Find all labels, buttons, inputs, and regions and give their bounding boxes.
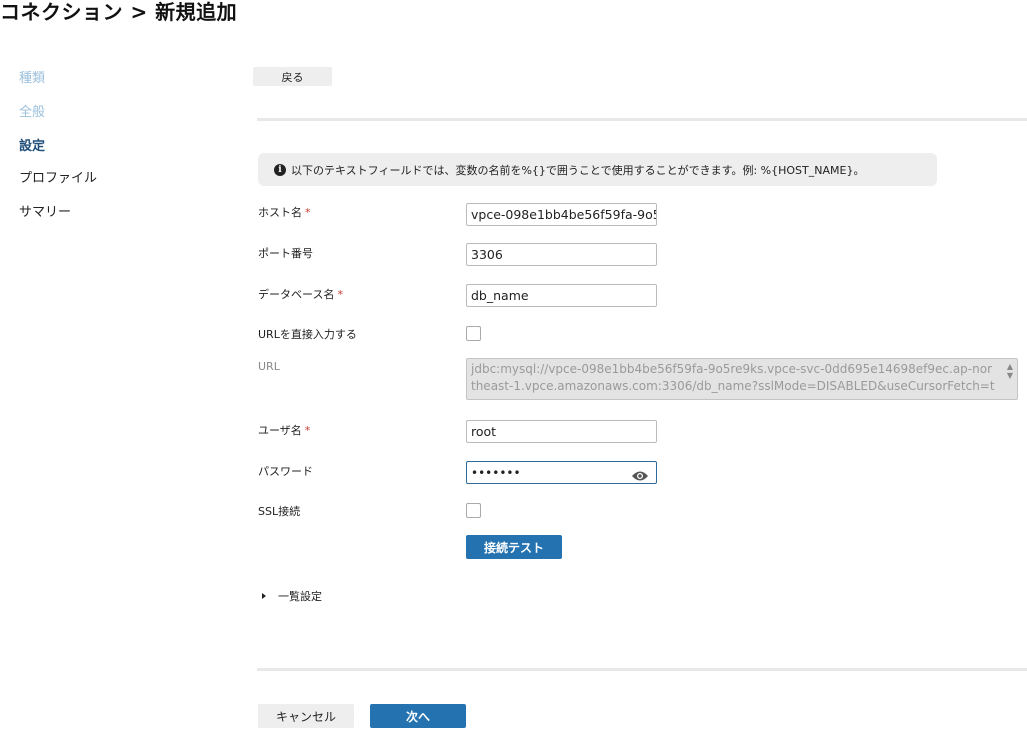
password-input[interactable]: ••••••• [466, 461, 657, 484]
caret-right-icon [262, 593, 266, 599]
info-banner: i 以下のテキストフィールドでは、変数の名前を%{}で囲うことで使用することがで… [258, 153, 937, 186]
info-icon: i [274, 164, 286, 176]
scroll-arrows-icon: ▲ ▼ [1006, 362, 1013, 380]
connection-test-button[interactable]: 接続テスト [466, 535, 562, 559]
eye-icon[interactable] [631, 467, 649, 483]
required-marker: * [304, 424, 311, 437]
sidebar-item-profile: プロファイル [19, 171, 98, 186]
required-marker: * [337, 288, 343, 301]
direct-url-checkbox[interactable] [466, 326, 481, 341]
back-button[interactable]: 戻る [253, 67, 332, 86]
host-label: ホスト名 * [258, 206, 311, 219]
ssl-label: SSL接続 [258, 505, 301, 518]
sidebar-item-summary: サマリー [19, 205, 72, 220]
database-label: データベース名 * [258, 288, 343, 301]
sidebar-item-general[interactable]: 全般 [19, 101, 45, 120]
url-label: URL [258, 360, 280, 373]
next-button[interactable]: 次へ [370, 704, 466, 728]
required-marker: * [305, 206, 311, 219]
advanced-settings-toggle[interactable]: 一覧設定 [262, 588, 322, 604]
divider-top [257, 118, 1027, 121]
page-title: コネクション > 新規追加 [0, 0, 238, 24]
port-input[interactable]: 3306 [466, 243, 657, 266]
divider-bottom [257, 668, 1027, 671]
user-label: ユーザ名 * [258, 424, 311, 437]
user-input[interactable]: root [466, 420, 657, 443]
password-label: パスワード [258, 465, 313, 478]
info-text: 以下のテキストフィールドでは、変数の名前を%{}で囲うことで使用することができま… [291, 164, 865, 177]
database-input[interactable]: db_name [466, 284, 657, 307]
ssl-checkbox[interactable] [466, 503, 481, 518]
cancel-button[interactable]: キャンセル [258, 704, 354, 728]
direct-url-label: URLを直接入力する [258, 328, 357, 341]
sidebar-item-type[interactable]: 種類 [19, 67, 45, 86]
sidebar-item-settings[interactable]: 設定 [19, 135, 45, 154]
url-text: jdbc:mysql://vpce-098e1bb4be56f59fa-9o5r… [471, 362, 995, 399]
host-input[interactable]: vpce-098e1bb4be56f59fa-9o5r [466, 203, 657, 226]
advanced-settings-label: 一覧設定 [278, 590, 322, 603]
password-masked-value: ••••••• [471, 466, 521, 480]
port-label: ポート番号 [258, 247, 313, 260]
url-textarea: jdbc:mysql://vpce-098e1bb4be56f59fa-9o5r… [466, 358, 1018, 400]
